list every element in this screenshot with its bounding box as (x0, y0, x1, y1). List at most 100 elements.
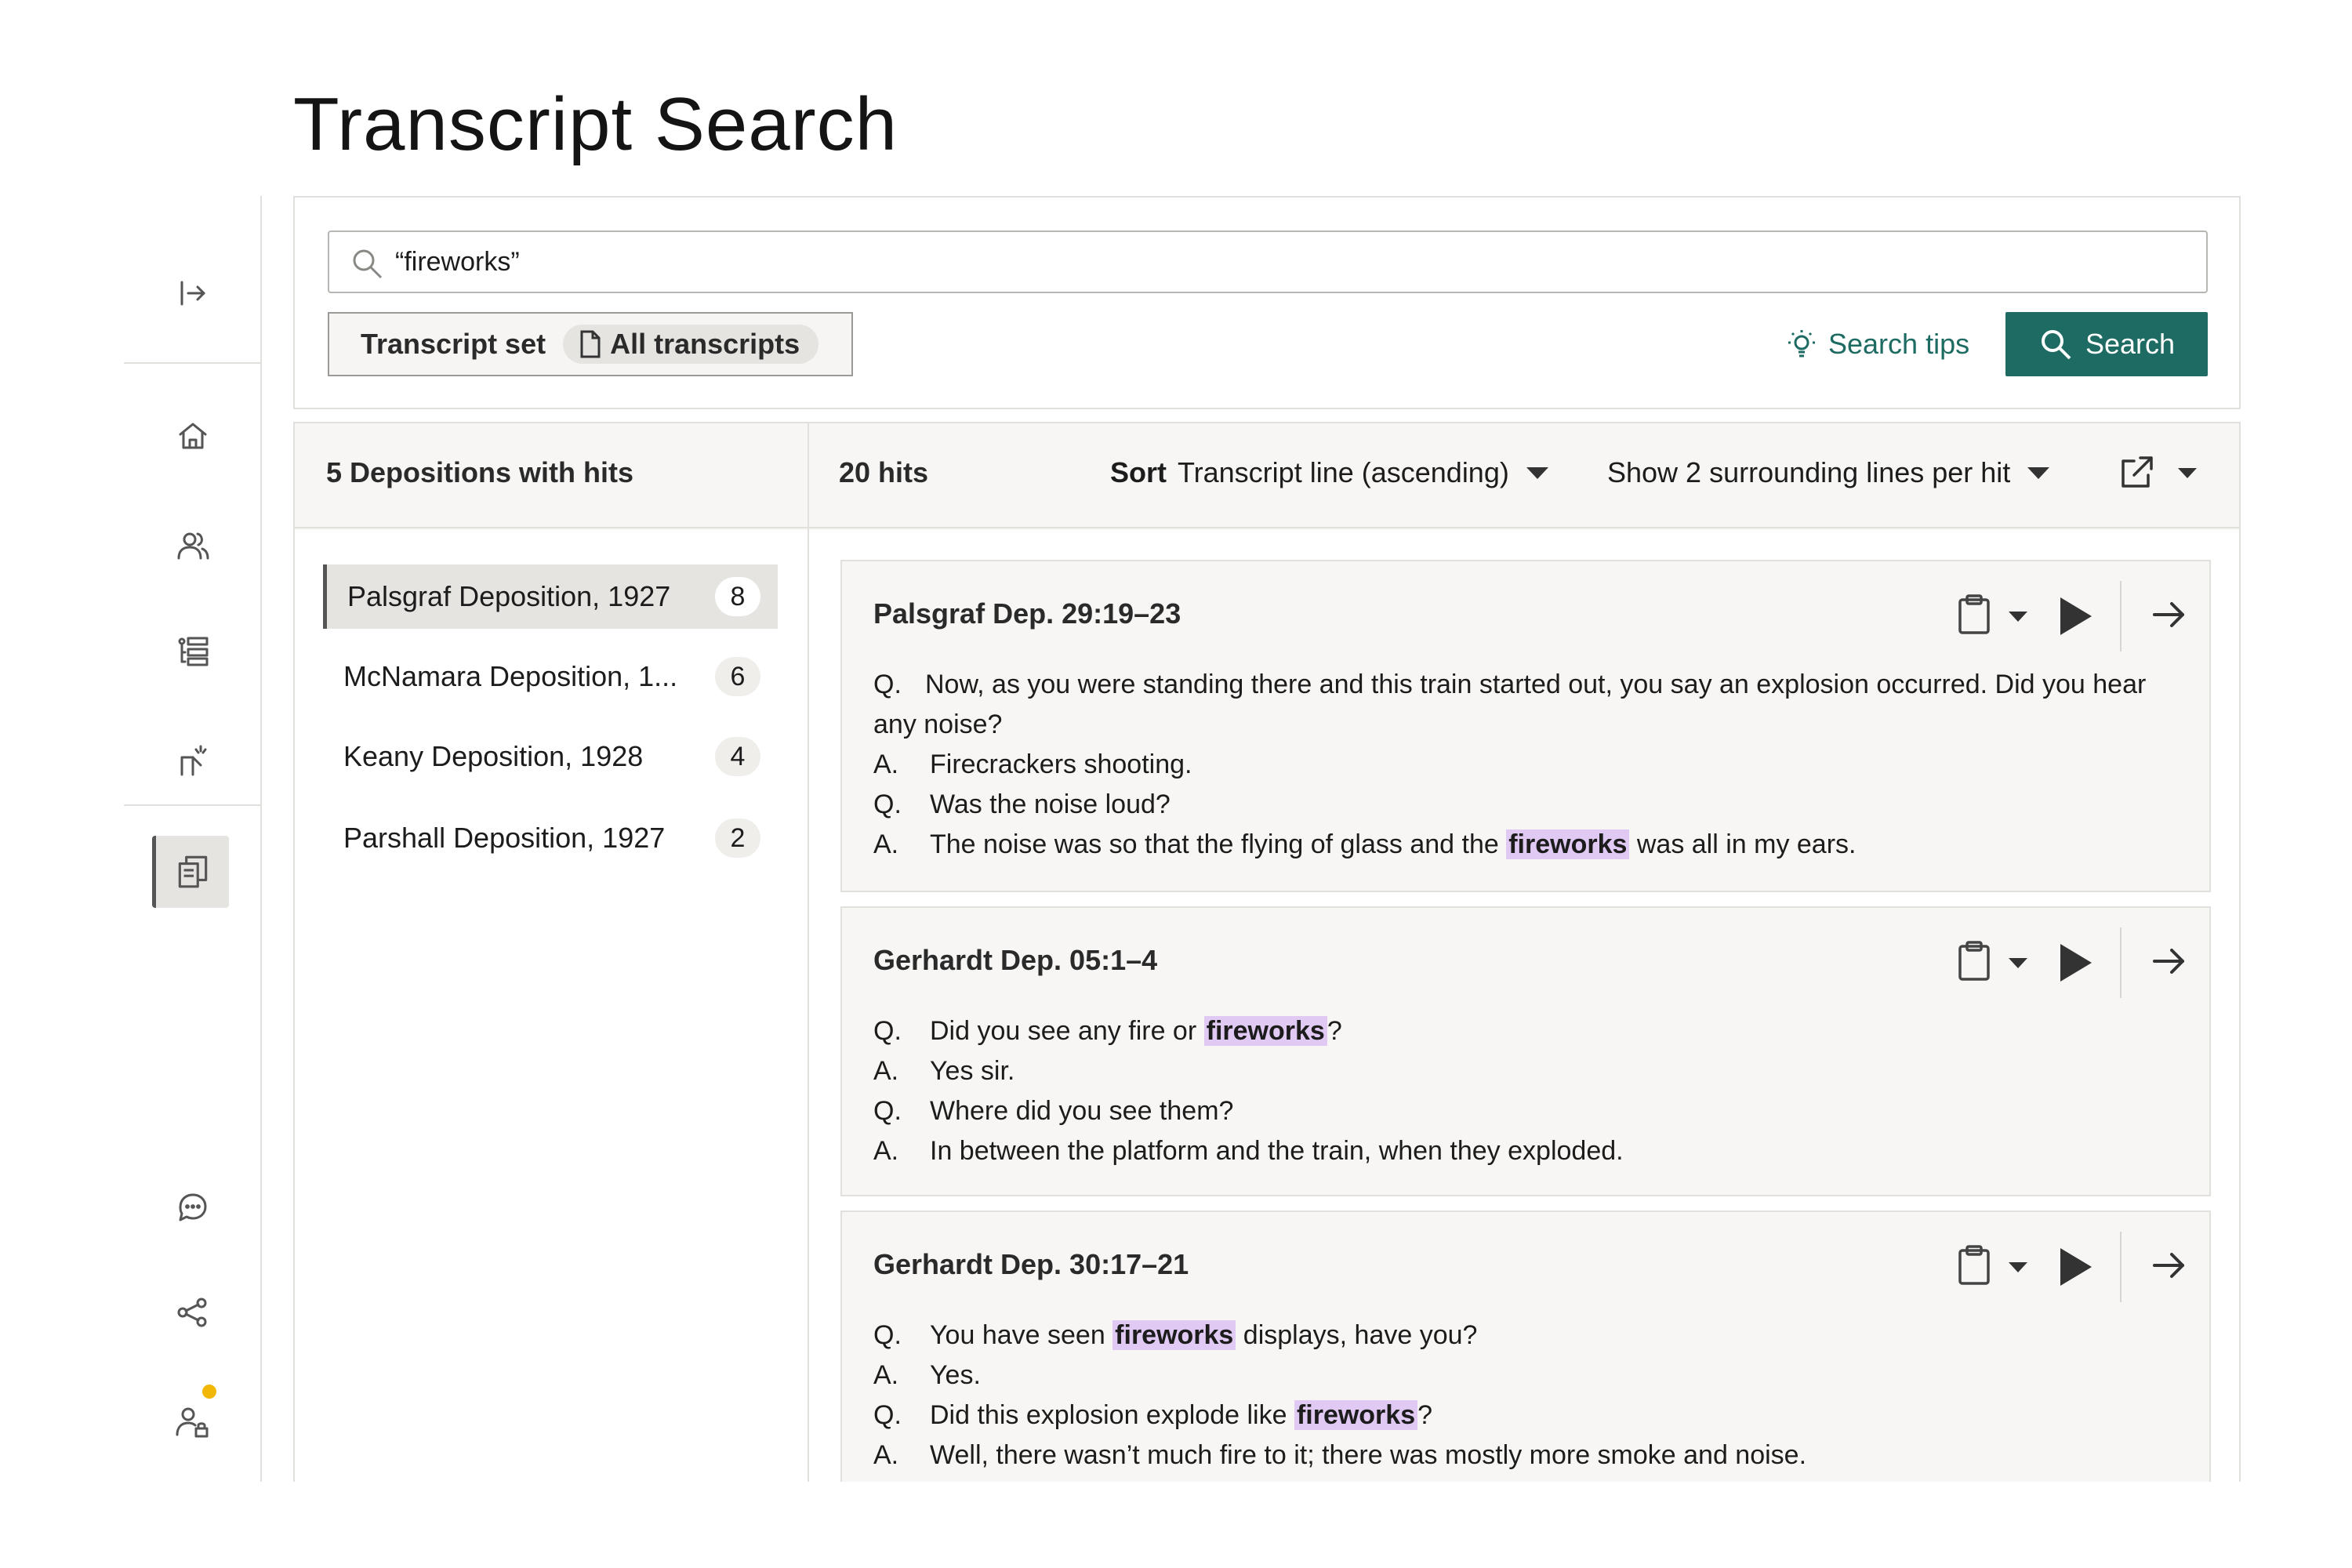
chevron-down-icon[interactable] (2009, 611, 2027, 622)
arrow-right-icon[interactable] (2150, 1247, 2187, 1288)
transcripts-icon[interactable] (152, 836, 229, 908)
chevron-down-icon[interactable] (2009, 957, 2027, 968)
clipboard-icon[interactable] (1957, 940, 1991, 986)
hit-toolbar (1957, 581, 2187, 652)
search-input[interactable]: “fireworks” (328, 230, 2208, 293)
people-icon[interactable] (171, 524, 215, 568)
line-text: Firecrackers shooting. (930, 750, 1192, 779)
chevron-down-icon (2027, 466, 2050, 479)
transcript-line: Q. You have seen fireworks displays, have… (873, 1316, 2183, 1356)
hit-excerpt: Q. Did you see any fire or fireworks? A. Y… (873, 1011, 2183, 1171)
deposition-name: Palsgraf Deposition, 1927 (347, 580, 671, 612)
home-icon[interactable] (171, 414, 215, 458)
sort-label: Sort (1110, 456, 1167, 488)
search-tips-link[interactable]: Search tips (1784, 323, 1969, 365)
search-highlight: fireworks (1203, 1016, 1327, 1046)
surrounding-lines-value: Show 2 surrounding lines per hit (1607, 456, 2011, 488)
transcript-line: A. Well, there wasn’t much fire to it; th… (873, 1436, 2183, 1475)
transcript-line: Q. Where did you see them? (873, 1091, 2183, 1131)
surrounding-lines-dropdown[interactable]: Show 2 surrounding lines per hit (1607, 456, 2050, 489)
expand-sidebar-icon[interactable] (171, 271, 215, 315)
depositions-list: Palsgraf Deposition, 1927 8 McNamara Dep… (295, 530, 808, 1482)
hit-title: Gerhardt Dep. 05:1–4 (873, 944, 1158, 976)
hits-list: Palsgraf Dep. 29:19–23 Q. Now, as you wer… (809, 530, 2239, 1482)
chevron-down-icon[interactable] (2009, 1261, 2027, 1272)
transcript-line: A. Firecrackers shooting. (873, 745, 2183, 785)
speaker-label: Q. (873, 1320, 902, 1350)
search-icon (2041, 330, 2071, 360)
line-text: Well, there wasn’t much fire to it; ther… (930, 1440, 1807, 1470)
arrow-right-icon[interactable] (2150, 596, 2187, 637)
deposition-item[interactable]: McNamara Deposition, 1... 6 (323, 644, 778, 709)
deposition-item[interactable]: Keany Deposition, 1928 4 (323, 724, 778, 789)
speaker-label: Q. (873, 670, 902, 699)
list-icon[interactable] (171, 629, 215, 673)
speaker-label: A. (873, 1056, 899, 1086)
search-highlight: fireworks (1294, 1400, 1418, 1430)
search-query: “fireworks” (395, 246, 520, 277)
search-button[interactable]: Search (2005, 312, 2208, 376)
transcript-line: Q. Did you see any fire or fireworks? (873, 1011, 2183, 1051)
toolbar-divider (2120, 927, 2122, 998)
arrow-right-icon[interactable] (2150, 942, 2187, 984)
hits-summary: 20 hits (839, 456, 929, 488)
deposition-item[interactable]: Palsgraf Deposition, 1927 8 (323, 564, 778, 629)
hit-count-badge: 8 (715, 577, 760, 616)
speaker-label: A. (873, 829, 899, 859)
transcript-line: Q. Now, as you were standing there and th… (873, 665, 2183, 745)
transcript-line: Q. Was the noise loud? (873, 785, 2183, 825)
results-panel: 5 Depositions with hits 20 hits Sort Tra… (293, 422, 2241, 1482)
toolbar-divider (2120, 1232, 2122, 1302)
hit-count-badge: 2 (715, 818, 760, 858)
chevron-down-icon (1526, 466, 1548, 479)
line-text: You have seen (930, 1320, 1113, 1350)
clipboard-icon[interactable] (1957, 593, 1991, 640)
toolbar-divider (2120, 581, 2122, 652)
export-menu[interactable] (2117, 453, 2197, 492)
deposition-name: Keany Deposition, 1928 (343, 740, 644, 772)
play-icon[interactable] (2060, 597, 2092, 635)
transcript-set-selector[interactable]: Transcript set All transcripts (328, 312, 853, 376)
line-text: Was the noise loud? (930, 789, 1171, 819)
rail-divider (124, 362, 262, 364)
play-icon[interactable] (2060, 1248, 2092, 1286)
results-header: 5 Depositions with hits 20 hits Sort Tra… (295, 423, 2239, 528)
line-text: Did you see any fire or (930, 1016, 1204, 1046)
speaker-label: A. (873, 1440, 899, 1470)
notification-dot (202, 1385, 216, 1399)
speaker-label: Q. (873, 789, 902, 819)
hit-excerpt: Q. Now, as you were standing there and th… (873, 665, 2183, 865)
line-text: Did this explosion explode like (930, 1400, 1294, 1430)
line-text: In between the platform and the train, w… (930, 1136, 1624, 1166)
external-link-icon (2122, 456, 2153, 488)
hit-toolbar (1957, 1232, 2187, 1302)
line-text: Where did you see them? (930, 1096, 1234, 1126)
user-lock-icon[interactable] (171, 1400, 215, 1444)
line-text: Yes. (930, 1360, 981, 1390)
share-icon[interactable] (171, 1290, 215, 1334)
speaker-label: A. (873, 750, 899, 779)
transcript-set-label: Transcript set (361, 328, 546, 360)
search-button-label: Search (2085, 328, 2176, 360)
play-icon[interactable] (2060, 944, 2092, 982)
search-highlight: fireworks (1506, 829, 1630, 859)
hit-count-badge: 4 (715, 737, 760, 776)
line-text: Now, as you were standing there and this… (873, 670, 2147, 739)
chevron-down-icon (2178, 467, 2197, 478)
transcript-set-value: All transcripts (610, 328, 800, 360)
line-text: The noise was so that the flying of glas… (930, 829, 1507, 859)
deposition-item[interactable]: Parshall Deposition, 1927 2 (323, 806, 778, 870)
hit-card: Gerhardt Dep. 30:17–21 Q. You have seen f… (840, 1210, 2211, 1482)
search-tips-label: Search tips (1828, 328, 1970, 360)
pointer-icon[interactable] (171, 739, 215, 782)
speaker-label: Q. (873, 1016, 902, 1046)
chat-icon[interactable] (171, 1185, 215, 1229)
clipboard-icon[interactable] (1957, 1244, 1991, 1290)
speaker-label: A. (873, 1360, 899, 1390)
transcript-line: A. Yes. (873, 1356, 2183, 1396)
speaker-label: A. (873, 1136, 899, 1166)
sort-dropdown[interactable]: Sort Transcript line (ascending) (1110, 456, 1548, 489)
page-title: Transcript Search (293, 82, 898, 166)
transcript-set-chip[interactable]: All transcripts (563, 325, 819, 364)
hit-title: Palsgraf Dep. 29:19–23 (873, 597, 1181, 630)
